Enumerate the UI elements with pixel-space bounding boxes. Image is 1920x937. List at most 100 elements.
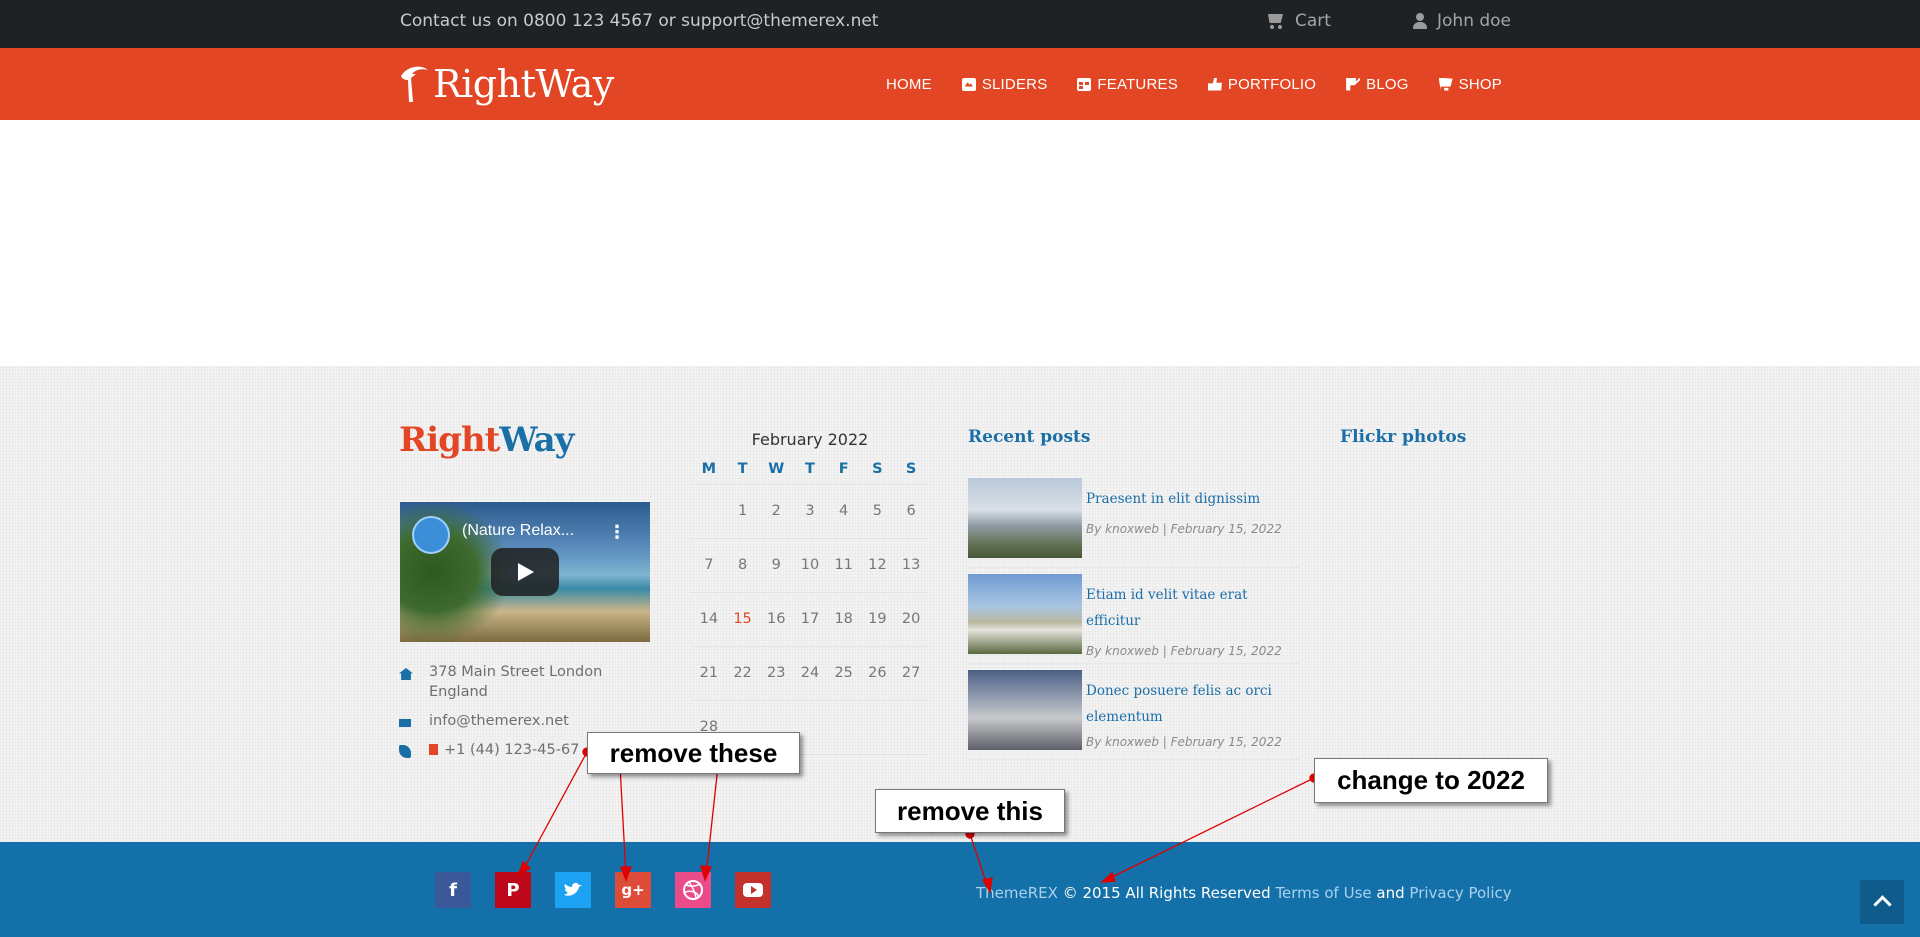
user-icon — [1413, 13, 1427, 29]
email-row: info@themerex.net — [399, 711, 649, 731]
pinterest-icon[interactable]: P — [495, 872, 531, 908]
recent-posts-title: Recent posts — [968, 427, 1091, 447]
calendar-day[interactable]: 19 — [860, 592, 895, 647]
list-item: Praesent in elit dignissim By knoxweb | … — [968, 472, 1300, 568]
calendar-day[interactable]: 3 — [793, 484, 827, 539]
calendar-day[interactable]: 16 — [759, 592, 794, 647]
list-item: Etiam id velit vitae erat efficitur By k… — [968, 568, 1300, 664]
calendar-day[interactable]: 7 — [692, 538, 726, 593]
flag-icon — [429, 744, 438, 755]
calendar-day[interactable]: 2 — [759, 484, 794, 539]
nav-blog[interactable]: BLOG — [1346, 76, 1408, 93]
post-title[interactable]: Etiam id velit vitae erat efficitur — [1086, 582, 1300, 634]
google-plus-icon[interactable]: g+ — [615, 872, 651, 908]
nav-blog-label: BLOG — [1366, 75, 1409, 93]
logo-text: RightWay — [433, 62, 614, 106]
calendar-day[interactable]: 25 — [826, 646, 861, 701]
image-icon — [961, 77, 976, 91]
post-title[interactable]: Praesent in elit dignissim — [1086, 486, 1282, 512]
calendar-day[interactable]: 10 — [793, 538, 827, 593]
calendar-weekday: M — [692, 454, 726, 485]
calendar-day[interactable]: 23 — [759, 646, 794, 701]
calendar-day[interactable]: 24 — [793, 646, 827, 701]
video-embed[interactable]: (Nature Relax... ⋮ — [400, 502, 650, 642]
calendar-day[interactable]: 11 — [826, 538, 861, 593]
calendar-day[interactable]: 14 — [692, 592, 726, 647]
calendar-day — [860, 700, 895, 755]
calendar-week: 21 22 23 24 25 26 27 — [692, 646, 928, 701]
facebook-icon[interactable]: f — [435, 872, 471, 908]
recent-posts-list: Praesent in elit dignissim By knoxweb | … — [968, 472, 1300, 760]
nav-portfolio[interactable]: PORTFOLIO — [1207, 75, 1317, 93]
nav-features[interactable]: FEATURES — [1077, 76, 1178, 93]
twitter-icon[interactable] — [555, 872, 591, 908]
calendar-day[interactable]: 5 — [860, 484, 895, 539]
nav-home[interactable]: HOME — [886, 76, 932, 93]
calendar-day[interactable]: 6 — [894, 484, 928, 539]
post-thumbnail[interactable] — [968, 574, 1082, 654]
eagle-logo-icon — [401, 66, 428, 102]
nav-sliders[interactable]: SLIDERS — [961, 75, 1048, 93]
calendar-week: 123456 — [692, 484, 928, 539]
calendar-weekday: F — [826, 454, 861, 485]
calendar-day[interactable]: 9 — [759, 538, 794, 593]
post-thumbnail[interactable] — [968, 478, 1082, 558]
calendar-week: 7 8 9 10 11 12 13 — [692, 538, 928, 593]
video-title[interactable]: (Nature Relax... — [462, 522, 574, 540]
calendar-week: 14 15 16 17 18 19 20 — [692, 592, 928, 647]
calendar-day[interactable]: 17 — [793, 592, 827, 647]
play-icon[interactable] — [491, 548, 559, 596]
calendar-day[interactable]: 4 — [826, 484, 861, 539]
cart-link[interactable]: Cart — [1265, 0, 1331, 42]
flickr-title: Flickr photos — [1340, 427, 1467, 447]
email-link[interactable]: info@themerex.net — [429, 711, 569, 731]
thumbs-up-icon — [1207, 77, 1222, 91]
calendar-day[interactable]: 18 — [826, 592, 861, 647]
calendar-weekday: T — [725, 454, 760, 485]
contact-info: Contact us on 0800 123 4567 or support@t… — [400, 11, 879, 31]
main-header: RightWay HOME SLIDERS FEATURES PORTFOLIO… — [0, 48, 1920, 120]
post-title[interactable]: Donec posuere felis ac orci elementum — [1086, 678, 1296, 730]
cart-label: Cart — [1295, 11, 1331, 31]
features-icon — [1077, 77, 1092, 91]
edit-icon — [1346, 77, 1361, 91]
more-options-icon[interactable]: ⋮ — [608, 522, 626, 543]
site-logo[interactable]: RightWay — [399, 56, 614, 112]
footer-logo-way: Way — [499, 420, 574, 460]
nav-portfolio-label: PORTFOLIO — [1227, 75, 1317, 93]
calendar-day[interactable]: 8 — [725, 538, 760, 593]
copyright-and: and — [1371, 884, 1410, 902]
terms-link[interactable]: Terms of Use — [1275, 884, 1371, 902]
phone-text: +1 (44) 123-45-67 — [444, 742, 580, 758]
list-item: Donec posuere felis ac orci elementum By… — [968, 664, 1300, 760]
calendar-day[interactable]: 26 — [860, 646, 895, 701]
nav-sliders-label: SLIDERS — [981, 75, 1048, 93]
privacy-link[interactable]: Privacy Policy — [1409, 884, 1511, 902]
calendar-weekday: T — [793, 454, 827, 485]
calendar-day[interactable]: 15 — [725, 592, 760, 647]
top-bar: Contact us on 0800 123 4567 or support@t… — [0, 0, 1920, 48]
user-menu[interactable]: John doe — [1413, 0, 1511, 42]
calendar-day[interactable]: 1 — [725, 484, 760, 539]
calendar-day — [826, 700, 861, 755]
brand-link[interactable]: ThemeREX — [976, 884, 1058, 902]
address-row: 378 Main Street London England — [399, 662, 649, 702]
post-thumbnail[interactable] — [968, 670, 1082, 750]
annotation-remove-this: remove this — [875, 789, 1065, 833]
scroll-to-top-button[interactable] — [1860, 880, 1904, 924]
nav-shop[interactable]: SHOP — [1438, 76, 1502, 93]
calendar-day[interactable]: 22 — [725, 646, 760, 701]
user-name: John doe — [1437, 11, 1512, 31]
annotation-remove-these: remove these — [587, 732, 800, 774]
calendar-day[interactable]: 20 — [894, 592, 928, 647]
dribbble-icon[interactable] — [675, 872, 711, 908]
annotation-change-year: change to 2022 — [1314, 758, 1548, 803]
calendar-day[interactable]: 27 — [894, 646, 928, 701]
calendar-day[interactable]: 13 — [894, 538, 928, 593]
calendar-day[interactable]: 12 — [860, 538, 895, 593]
calendar-day[interactable]: 21 — [692, 646, 726, 701]
footer-logo[interactable]: RightWay — [399, 420, 574, 460]
youtube-icon[interactable] — [735, 872, 771, 908]
calendar-day — [692, 484, 726, 539]
channel-avatar-icon[interactable] — [412, 516, 450, 554]
